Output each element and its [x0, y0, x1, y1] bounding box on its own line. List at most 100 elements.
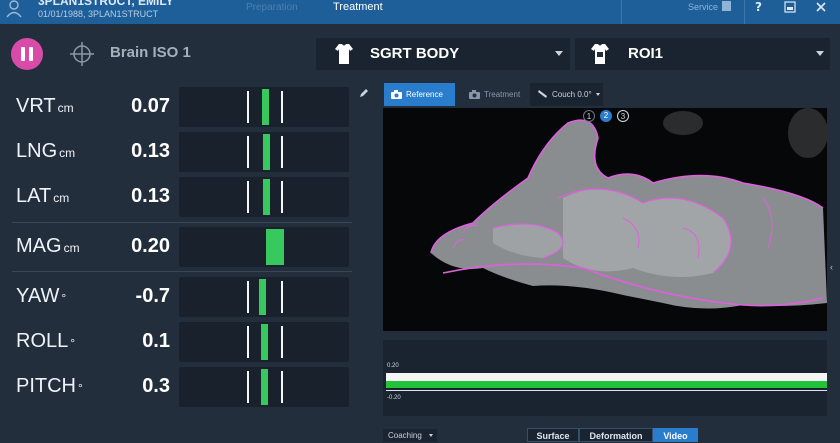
metric-unit: cm — [53, 191, 70, 205]
tolerance-line — [247, 371, 249, 403]
chevron-down-icon — [816, 51, 824, 56]
window-icon[interactable] — [784, 0, 796, 13]
couch-icon — [538, 90, 547, 98]
metric-unit: cm — [63, 241, 80, 255]
camera-badge[interactable]: 1 — [583, 110, 595, 122]
chevron-left-icon[interactable]: ‹ — [830, 262, 833, 272]
metric-bar — [179, 322, 349, 362]
tolerance-line — [281, 91, 283, 123]
metric-value: 0.3 — [142, 375, 170, 397]
close-icon[interactable] — [815, 0, 827, 12]
pause-icon — [21, 47, 25, 61]
camera-badge[interactable]: 3 — [617, 110, 629, 122]
metric-name: PITCH — [16, 375, 76, 397]
metric-bar — [179, 277, 349, 317]
metric-label: MAG cm — [16, 235, 80, 258]
camera-badge[interactable]: 2 — [600, 110, 612, 122]
header-divider — [744, 0, 745, 24]
metric-label: ROLL ° — [16, 330, 75, 353]
graph-lower-limit: -0.20 — [387, 395, 401, 401]
metric-value: 0.1 — [142, 330, 170, 352]
coaching-select[interactable]: Coaching — [383, 429, 437, 442]
graph-trace — [386, 381, 827, 388]
body-icon — [335, 44, 353, 64]
metric-label: PITCH ° — [16, 375, 83, 398]
svg-text:?: ? — [755, 0, 762, 14]
tolerance-line — [281, 181, 283, 213]
crosshair-icon[interactable] — [68, 40, 96, 68]
surface-select-value: SGRT BODY — [370, 45, 460, 62]
metric-label: YAW ° — [16, 285, 66, 308]
metric-indicator — [260, 324, 268, 360]
metric-unit: cm — [57, 101, 74, 115]
chevron-down-icon — [555, 51, 563, 56]
tolerance-line — [247, 326, 249, 358]
tolerance-line — [247, 136, 249, 168]
metric-indicator — [259, 279, 267, 315]
camera-image[interactable] — [383, 108, 827, 331]
metric-indicator — [261, 369, 268, 405]
metric-indicator — [262, 179, 270, 215]
camera-icon — [391, 90, 402, 99]
tolerance-line — [281, 136, 283, 168]
metric-indicator — [262, 134, 270, 170]
metric-name: ROLL — [16, 330, 69, 352]
pause-icon — [29, 47, 33, 61]
body-icon — [591, 44, 609, 64]
roi-select-value: ROI1 — [628, 45, 664, 62]
metric-bar — [179, 177, 349, 217]
tolerance-line — [281, 281, 283, 313]
isocenter-name: Brain ISO 1 — [110, 44, 191, 61]
service-toggle[interactable] — [722, 1, 731, 11]
metric-bar — [179, 227, 349, 267]
user-icon[interactable] — [4, 0, 24, 18]
divider — [12, 271, 352, 272]
graph-baseline — [386, 390, 827, 391]
tab-surface[interactable]: Surface — [527, 428, 579, 442]
tab-video[interactable]: Video — [653, 428, 698, 442]
metric-indicator — [261, 89, 269, 125]
graph-upper-limit: 0.20 — [387, 363, 399, 369]
header-divider — [621, 0, 622, 24]
metric-unit: ° — [78, 381, 83, 395]
pencil-icon[interactable] — [359, 85, 369, 97]
graph-tolerance-band — [386, 373, 827, 381]
tolerance-line — [281, 371, 283, 403]
reference-button[interactable]: Reference — [384, 83, 455, 106]
divider — [12, 222, 352, 223]
chevron-down-icon — [596, 93, 600, 96]
reference-label: Reference — [406, 90, 443, 99]
tab-treatment[interactable]: Treatment — [333, 1, 383, 13]
metric-bar — [179, 132, 349, 172]
patient-name: 3PLAN1STRUCT, EMILY — [38, 0, 174, 8]
tolerance-line — [247, 91, 249, 123]
metric-value: 0.20 — [131, 235, 170, 257]
treatment-view-button[interactable]: Treatment — [462, 83, 523, 106]
metric-name: LAT — [16, 185, 52, 207]
metric-bar — [179, 367, 349, 407]
pause-button[interactable] — [11, 38, 43, 70]
tab-deformation[interactable]: Deformation — [579, 428, 653, 442]
metric-value: 0.13 — [131, 140, 170, 162]
patient-info: 01/01/1988, 3PLAN1STRUCT — [38, 9, 159, 19]
tab-preparation[interactable]: Preparation — [246, 2, 298, 13]
metric-name: VRT — [16, 95, 56, 117]
metric-name: YAW — [16, 285, 60, 307]
metric-value: 0.13 — [131, 185, 170, 207]
metric-label: LAT cm — [16, 185, 69, 208]
service-label: Service — [688, 2, 719, 12]
coaching-label: Coaching — [388, 431, 422, 440]
help-icon[interactable]: ? — [752, 0, 766, 14]
metric-unit: ° — [70, 336, 76, 350]
surface-select[interactable]: SGRT BODY — [316, 38, 570, 70]
roi-select[interactable]: ROI1 — [575, 38, 830, 70]
treatment-view-label: Treatment — [484, 90, 521, 99]
metric-label: LNG cm — [16, 140, 75, 163]
metric-name: MAG — [16, 235, 62, 257]
tolerance-line — [247, 281, 249, 313]
camera-icon — [469, 90, 480, 99]
metric-indicator — [266, 229, 285, 265]
couch-select[interactable]: Couch 0.0° — [530, 83, 603, 106]
metric-value: -0.7 — [135, 285, 170, 307]
metric-unit: ° — [61, 291, 67, 305]
